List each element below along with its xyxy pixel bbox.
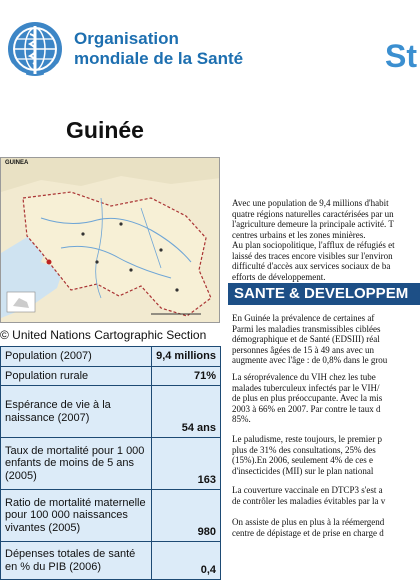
map-corner-label: GUINEA (5, 160, 29, 166)
stats-row: Dépenses totales de santé en % du PIB (2… (0, 541, 221, 580)
paragraph-vih-tuberculose: La séroprévalence du VIH chez les tube m… (232, 372, 383, 424)
stats-label: Dépenses totales de santé en % du PIB (2… (0, 541, 153, 580)
stats-label: Population rurale (0, 365, 153, 386)
document-title-fragment: St (385, 38, 417, 74)
section-heading: SANTE & DEVELOPPEM (228, 283, 420, 305)
stats-row: Population (2007) 9,4 millions (0, 346, 221, 367)
stats-label: Population (2007) (0, 346, 153, 367)
stats-label: Ratio de mortalité maternelle pour 100 0… (0, 489, 153, 542)
stats-row: Population rurale 71% (0, 365, 221, 386)
stats-row: Espérance de vie à la naissance (2007) 54… (0, 385, 221, 438)
intro-line: centres urbains et les zones minières. (232, 229, 366, 240)
stats-row: Taux de mortalité pour 1 000 enfants de … (0, 437, 221, 490)
intro-line: Au plan sociopolitique, l'afflux de réfu… (232, 240, 395, 250)
stats-value: 163 (151, 437, 221, 490)
stats-label: Taux de mortalité pour 1 000 enfants de … (0, 437, 153, 490)
stats-value: 0,4 (151, 541, 221, 580)
organisation-name: Organisation mondiale de la Santé (74, 29, 243, 69)
guinea-map-image (1, 158, 219, 322)
intro-line: quatre régions naturelles caractérisées … (232, 208, 394, 219)
paragraph-prevalence: En Guinée la prévalence de certaines af … (232, 313, 388, 365)
country-map: GUINEA (0, 157, 220, 323)
key-indicators-table: Population (2007) 9,4 millions Population … (0, 346, 221, 580)
paragraph-reemergence: On assiste de plus en plus à la réémerge… (232, 517, 385, 538)
who-emblem-icon (8, 22, 62, 76)
stats-label: Espérance de vie à la naissance (2007) (0, 385, 153, 438)
intro-line: l'agriculture demeure la principale acti… (232, 219, 394, 229)
paragraph-paludisme: Le paludisme, reste toujours, le premier… (232, 434, 382, 476)
paragraph-vaccination: La couverture vaccinale en DTCP3 s'est a… (232, 485, 386, 506)
org-line-1: Organisation (74, 29, 179, 48)
country-name: Guinée (66, 117, 144, 143)
map-caption: © United Nations Cartographic Section (0, 328, 207, 342)
intro-line: Avec une population de 9,4 millions d'ha… (232, 198, 389, 208)
stats-value: 980 (151, 489, 221, 542)
intro-line: efforts de développement. (232, 271, 326, 282)
intro-paragraph: Avec une population de 9,4 millions d'ha… (232, 198, 420, 282)
stats-row: Ratio de mortalité maternelle pour 100 0… (0, 489, 221, 542)
stats-value: 71% (151, 365, 221, 386)
intro-line: laissé des traces encore visibles sur l'… (232, 250, 393, 261)
intro-line: difficulté d'accès aux services sociaux … (232, 261, 391, 271)
stats-value: 9,4 millions (151, 346, 221, 367)
stats-value: 54 ans (151, 385, 221, 438)
org-line-2: mondiale de la Santé (74, 49, 244, 68)
